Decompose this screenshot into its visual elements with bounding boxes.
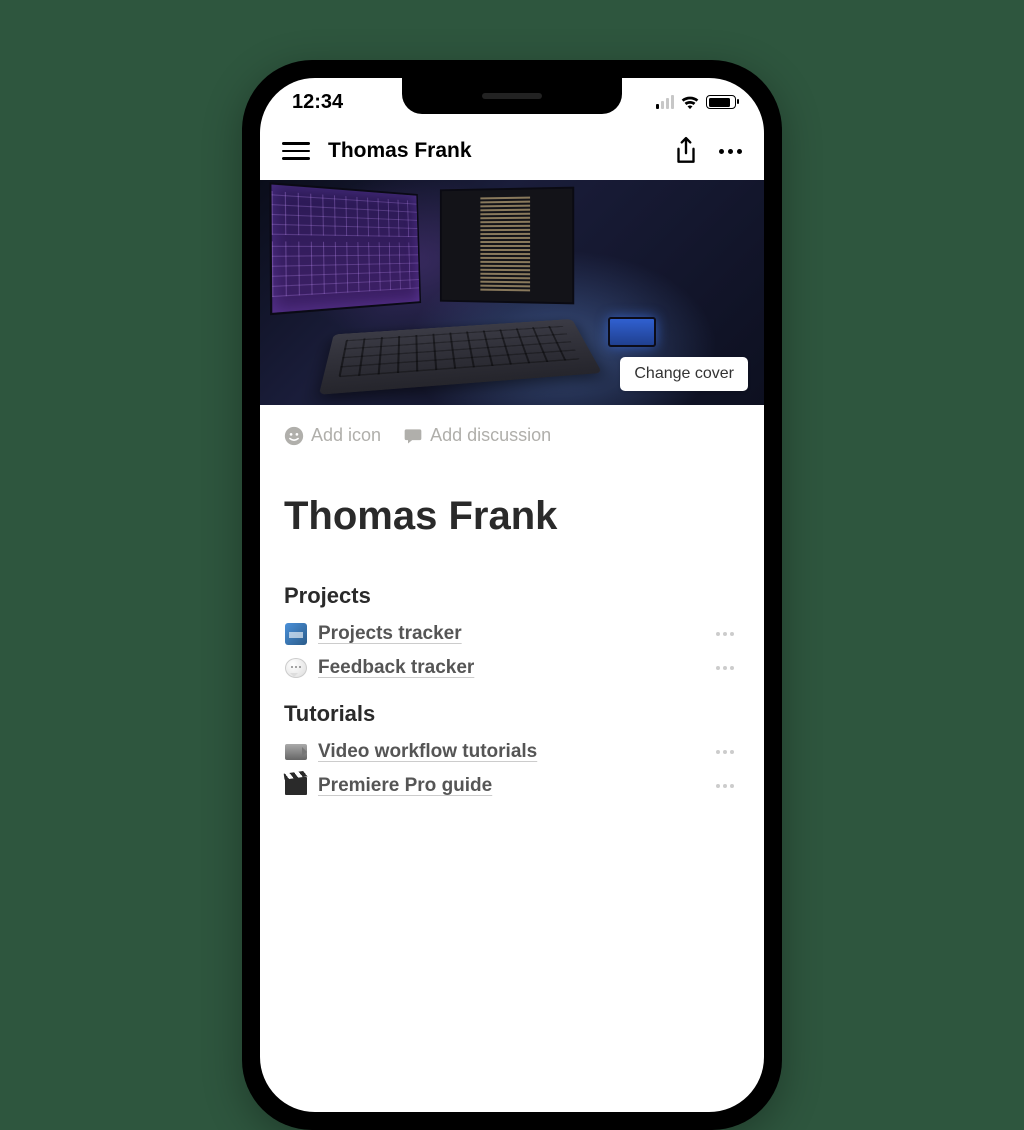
phone-frame: 12:34 Thomas Frank xyxy=(242,60,782,1130)
page-actions: Add icon Add discussion xyxy=(260,405,764,456)
section-heading: Tutorials xyxy=(284,701,740,727)
add-discussion-button[interactable]: Add discussion xyxy=(403,425,551,446)
item-options-button[interactable] xyxy=(710,750,740,754)
list-item-label[interactable]: Video workflow tutorials xyxy=(318,741,710,763)
list-item-label[interactable]: Premiere Pro guide xyxy=(318,775,710,797)
app-header: Thomas Frank xyxy=(260,126,764,180)
status-indicators xyxy=(656,95,736,110)
tracker-icon xyxy=(284,622,308,646)
clapperboard-icon xyxy=(284,774,308,798)
cover-image[interactable]: Change cover xyxy=(260,180,764,405)
cellular-signal-icon xyxy=(656,95,674,109)
battery-icon xyxy=(706,95,736,109)
video-camera-icon xyxy=(284,740,308,764)
add-discussion-label: Add discussion xyxy=(430,425,551,446)
page-title: Thomas Frank xyxy=(260,456,764,567)
status-time: 12:34 xyxy=(292,91,343,114)
list-item-label[interactable]: Feedback tracker xyxy=(318,657,710,679)
change-cover-button[interactable]: Change cover xyxy=(620,357,748,391)
chat-bubble-icon xyxy=(284,656,308,680)
list-item[interactable]: Video workflow tutorials xyxy=(284,735,740,769)
menu-button[interactable] xyxy=(282,142,310,160)
section-tutorials: Tutorials Video workflow tutorials Premi… xyxy=(260,701,764,803)
phone-notch xyxy=(402,78,622,114)
section-heading: Projects xyxy=(284,583,740,609)
chat-icon xyxy=(403,426,423,446)
item-options-button[interactable] xyxy=(710,784,740,788)
section-projects: Projects Projects tracker Feedback track… xyxy=(260,583,764,685)
wifi-icon xyxy=(680,95,700,110)
list-item[interactable]: Projects tracker xyxy=(284,617,740,651)
header-title: Thomas Frank xyxy=(328,139,673,163)
list-item[interactable]: Premiere Pro guide xyxy=(284,769,740,803)
add-icon-label: Add icon xyxy=(311,425,381,446)
smiley-icon xyxy=(284,426,304,446)
item-options-button[interactable] xyxy=(710,632,740,636)
more-options-button[interactable] xyxy=(719,149,742,154)
phone-screen: 12:34 Thomas Frank xyxy=(260,78,764,1112)
share-button[interactable] xyxy=(673,136,699,166)
list-item-label[interactable]: Projects tracker xyxy=(318,623,710,645)
item-options-button[interactable] xyxy=(710,666,740,670)
add-icon-button[interactable]: Add icon xyxy=(284,425,381,446)
list-item[interactable]: Feedback tracker xyxy=(284,651,740,685)
